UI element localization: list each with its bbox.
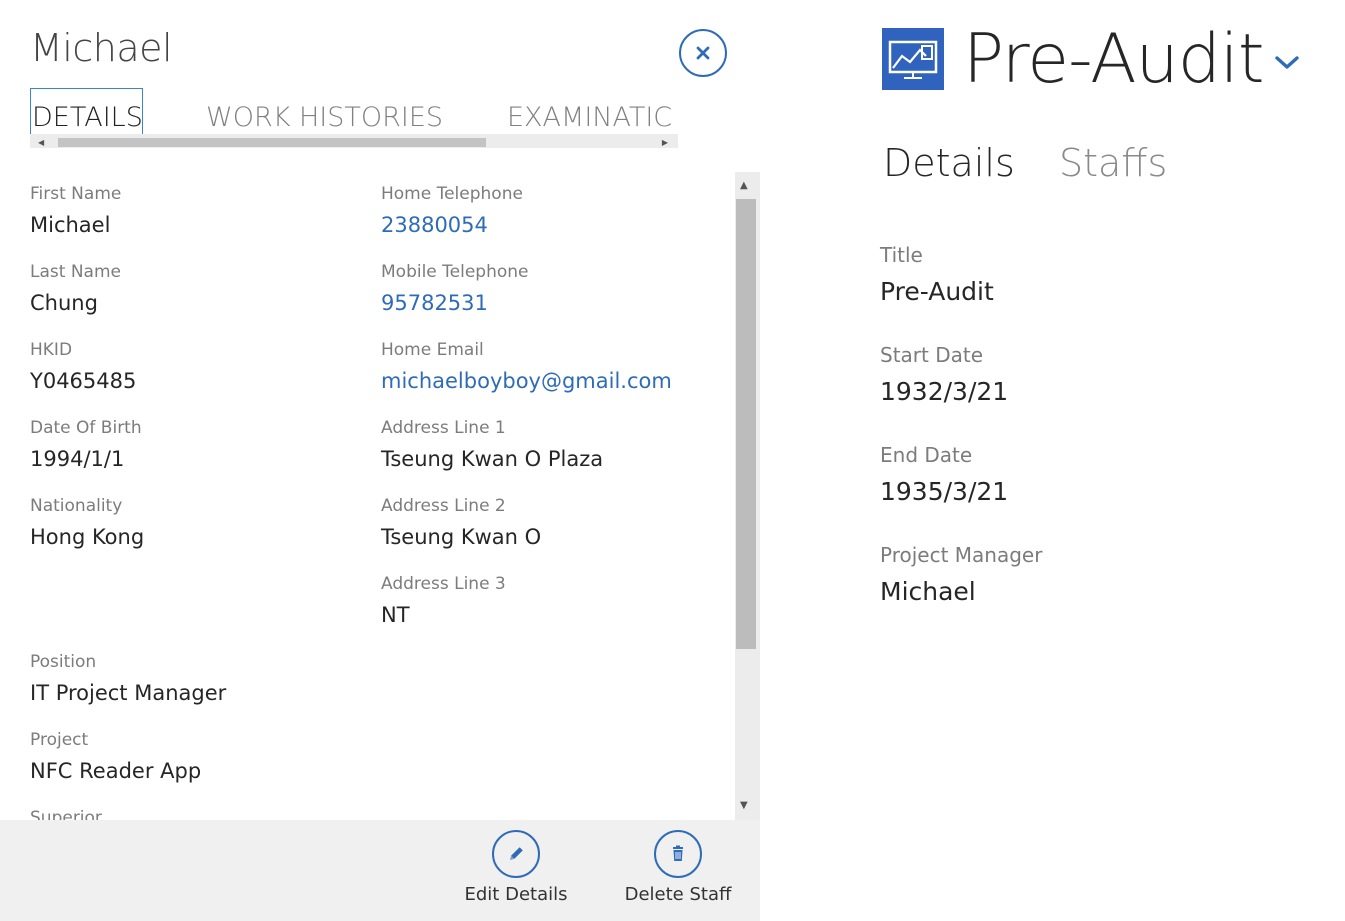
project-field: Project NFC Reader App [30,730,201,784]
end-date-value: 1935/3/21 [880,477,1009,506]
scroll-right-arrow-icon[interactable]: ▶ [662,138,668,148]
date-of-birth-value: 1994/1/1 [30,447,125,471]
tab-work-histories[interactable]: WORK HISTORIES [206,102,443,134]
tab-horizontal-scrollbar[interactable]: ◀ ▶ [30,134,678,148]
edit-details-button[interactable]: Edit Details [446,830,586,921]
project-title-field: Title Pre-Audit [880,243,994,307]
home-telephone-link[interactable]: 23880054 [381,212,523,238]
close-icon [696,46,710,60]
field-label: First Name [30,184,122,204]
project-details-panel: Pre-Audit Details Staffs Title Pre-Audit… [760,0,1345,921]
field-label: Title [880,243,923,267]
scroll-down-arrow-icon[interactable]: ▼ [740,800,748,812]
nationality-field: Nationality Hong Kong [30,496,144,550]
field-label: Start Date [880,343,984,367]
address-line-1-value: Tseung Kwan O Plaza [381,447,604,471]
field-label: Project Manager [880,543,1043,567]
home-email-field: Home Email michaelboyboy@gmail.com [381,340,672,394]
chart-board-icon [888,40,938,79]
nationality-value: Hong Kong [30,525,145,549]
tab-examinations[interactable]: EXAMINATIC [507,102,672,134]
chevron-down-icon[interactable] [1274,52,1300,72]
delete-staff-label: Delete Staff [624,884,732,905]
address-line-1-field: Address Line 1 Tseung Kwan O Plaza [381,418,603,472]
field-label: Address Line 1 [381,418,506,438]
field-label: Address Line 2 [381,496,506,516]
date-of-birth-field: Date Of Birth 1994/1/1 [30,418,142,472]
edit-button-circle[interactable] [492,830,540,878]
home-email-link[interactable]: michaelboyboy@gmail.com [381,368,672,394]
hkid-field: HKID Y0465485 [30,340,136,394]
hkid-value: Y0465485 [30,369,137,393]
field-label: Address Line 3 [381,574,506,594]
end-date-field: End Date 1935/3/21 [880,443,1008,507]
field-label: Mobile Telephone [381,262,529,282]
details-vertical-scrollbar[interactable]: ▲ ▼ [735,172,760,820]
field-label: End Date [880,443,973,467]
staff-title: Michael [30,26,173,70]
mobile-telephone-link[interactable]: 95782531 [381,290,529,316]
mobile-telephone-field: Mobile Telephone 95782531 [381,262,529,316]
field-label: Home Email [381,340,484,360]
field-label: Position [30,652,97,672]
scroll-up-arrow-icon[interactable]: ▲ [740,180,748,192]
field-label: Home Telephone [381,184,523,204]
tab-project-details[interactable]: Details [883,140,1015,186]
field-label: Last Name [30,262,121,282]
project-title-value: Pre-Audit [880,277,994,306]
address-line-3-field: Address Line 3 NT [381,574,506,628]
close-button[interactable] [679,29,727,77]
start-date-field: Start Date 1932/3/21 [880,343,1008,407]
start-date-value: 1932/3/21 [880,377,1009,406]
staff-details-panel: Michael DETAILS WORK HISTORIES EXAMINATI… [0,0,760,921]
field-label: HKID [30,340,73,360]
home-telephone-field: Home Telephone 23880054 [381,184,523,238]
first-name-field: First Name Michael [30,184,121,238]
scroll-left-arrow-icon[interactable]: ◀ [38,138,44,148]
edit-details-label: Edit Details [464,884,568,905]
staff-details-scroll-area: First Name Michael Last Name Chung HKID … [0,172,735,820]
tab-details[interactable]: DETAILS [32,102,143,134]
horizontal-scroll-thumb[interactable] [58,138,486,147]
position-value: IT Project Manager [30,681,227,705]
position-field: Position IT Project Manager [30,652,226,706]
address-line-3-value: NT [381,603,410,627]
trash-icon [673,845,683,861]
last-name-field: Last Name Chung [30,262,121,316]
address-line-2-field: Address Line 2 Tseung Kwan O [381,496,541,550]
tab-project-staffs[interactable]: Staffs [1059,140,1167,186]
project-value: NFC Reader App [30,759,202,783]
field-label: Superior [30,808,102,820]
first-name-value: Michael [30,213,111,237]
project-title: Pre-Audit [963,20,1264,99]
app-logo [882,28,944,90]
field-label: Nationality [30,496,123,516]
superior-field: Superior [30,808,102,820]
staff-command-bar: Edit Details Delete Staff [0,820,760,921]
last-name-value: Chung [30,291,98,315]
field-label: Project [30,730,89,750]
delete-button-circle[interactable] [654,830,702,878]
project-manager-field: Project Manager Michael [880,543,1042,607]
field-label: Date Of Birth [30,418,142,438]
staff-tab-strip: DETAILS WORK HISTORIES EXAMINATIC [30,88,678,134]
delete-staff-button[interactable]: Delete Staff [608,830,748,921]
vertical-scroll-thumb[interactable] [736,199,756,649]
address-line-2-value: Tseung Kwan O [381,525,542,549]
project-manager-value: Michael [880,577,976,606]
pencil-icon [510,847,523,860]
